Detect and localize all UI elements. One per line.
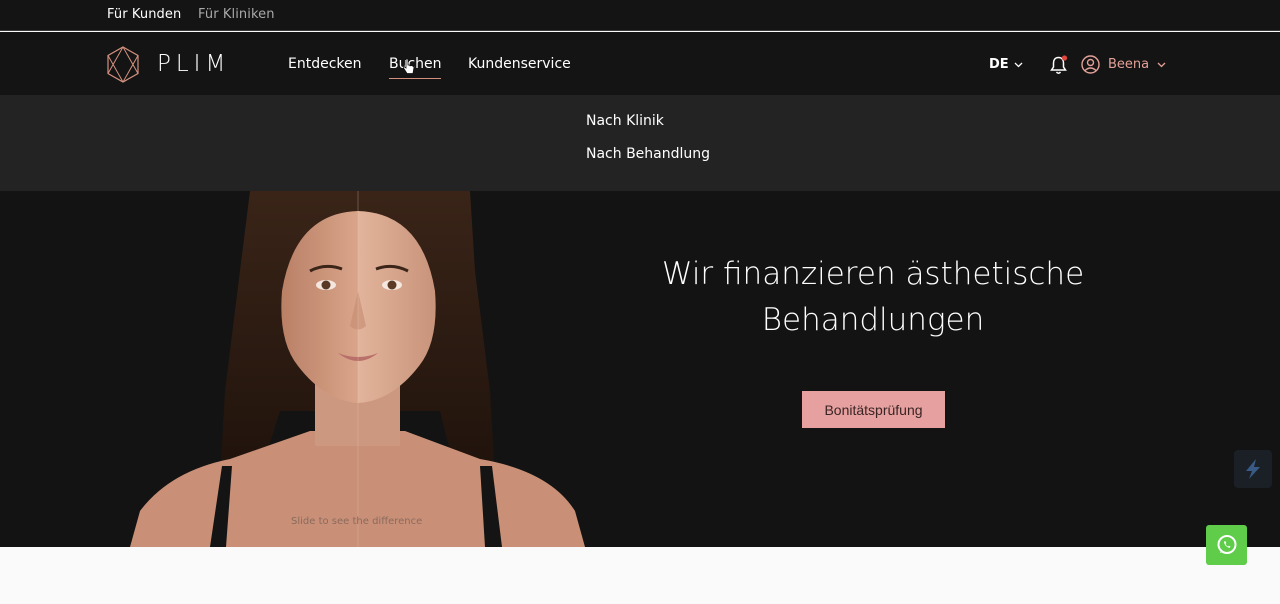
before-after-portrait-image[interactable]	[130, 191, 585, 547]
whatsapp-icon	[1217, 535, 1236, 554]
link-fuer-kunden[interactable]: Für Kunden	[107, 7, 181, 22]
language-label: DE	[989, 57, 1009, 72]
headline-line-2: Behandlungen	[761, 302, 985, 338]
side-widget[interactable]	[1234, 450, 1272, 488]
top-bar: Für Kunden Für Kliniken	[0, 0, 1280, 31]
cursor-icon	[403, 58, 415, 74]
hero-headline: Wir finanzieren ästhetische Behandlungen	[600, 251, 1146, 343]
user-menu[interactable]: Beena	[1081, 55, 1166, 74]
content-area	[0, 547, 1280, 604]
nav-active-underline	[389, 78, 441, 79]
buchen-dropdown-menu: Nach Klinik Nach Behandlung	[0, 95, 1280, 191]
language-selector[interactable]: DE	[989, 57, 1023, 72]
plim-logo-icon[interactable]	[106, 46, 140, 83]
brand-name[interactable]: PLIM	[157, 51, 230, 77]
chevron-down-icon	[1157, 62, 1166, 67]
user-name: Beena	[1108, 57, 1150, 72]
headline-line-1: Wir finanzieren ästhetische	[661, 256, 1085, 292]
bonitaetspruefung-button[interactable]: Bonitätsprüfung	[802, 391, 945, 428]
whatsapp-button[interactable]	[1206, 525, 1247, 565]
main-header: PLIM Entdecken Buchen Kundenservice DE B…	[0, 32, 1280, 95]
nav-buchen[interactable]: Buchen	[389, 56, 442, 72]
widget-icon	[1246, 459, 1260, 479]
slider-hint: Slide to see the difference	[291, 516, 423, 527]
bell-icon[interactable]	[1049, 55, 1068, 75]
menu-item-nach-behandlung[interactable]: Nach Behandlung	[586, 146, 710, 162]
link-fuer-kliniken[interactable]: Für Kliniken	[198, 7, 275, 22]
chevron-down-icon	[1014, 62, 1023, 67]
user-circle-icon	[1081, 55, 1100, 74]
hero-section: Slide to see the difference Wir finanzie…	[0, 191, 1280, 547]
menu-item-nach-klinik[interactable]: Nach Klinik	[586, 113, 664, 129]
nav-kundenservice[interactable]: Kundenservice	[468, 56, 571, 72]
nav-entdecken[interactable]: Entdecken	[288, 56, 362, 72]
